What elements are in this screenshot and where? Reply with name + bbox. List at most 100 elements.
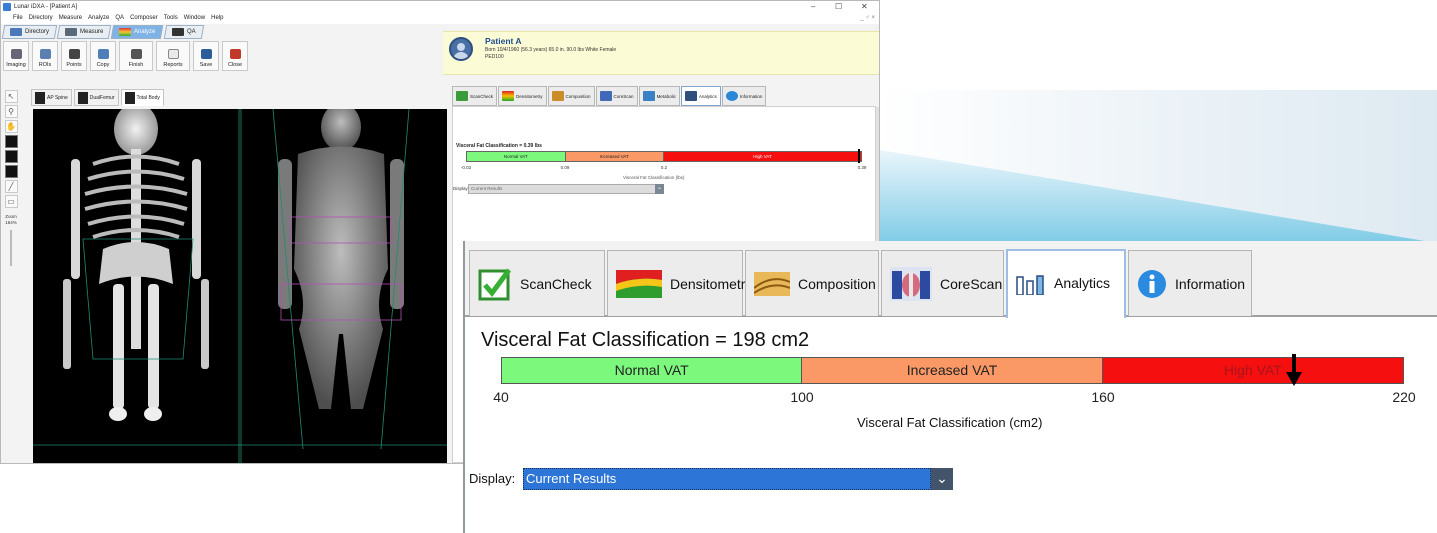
tab-qa[interactable]: QA bbox=[163, 25, 204, 39]
directory-icon bbox=[10, 28, 22, 36]
chevron-down-icon[interactable]: ⌄ bbox=[655, 184, 664, 194]
zoom-slider[interactable] bbox=[10, 230, 12, 266]
mdi-controls[interactable]: _ ♂ × bbox=[860, 13, 875, 24]
zoomed-analytics-view: ScanCheck Densitometry Composition CoreS… bbox=[463, 241, 1437, 533]
tick-label-100: 100 bbox=[790, 389, 814, 405]
menu-composer[interactable]: Composer bbox=[130, 13, 158, 24]
ap-spine-icon bbox=[35, 91, 45, 104]
menu-analyze[interactable]: Analyze bbox=[88, 13, 109, 24]
axis-label: Visceral Fat Classification (cm2) bbox=[857, 415, 1043, 430]
checkmark-icon bbox=[478, 268, 512, 300]
reports-button[interactable]: Reports bbox=[156, 41, 190, 71]
menu-qa[interactable]: QA bbox=[115, 13, 124, 24]
tab-analyze[interactable]: Analyze bbox=[111, 25, 164, 39]
points-icon bbox=[68, 49, 80, 59]
close-icon bbox=[229, 49, 241, 59]
scan-image-viewer[interactable] bbox=[33, 109, 447, 463]
patient-name: Patient A bbox=[485, 36, 522, 46]
imaging-icon bbox=[10, 49, 22, 59]
save-icon bbox=[200, 49, 212, 59]
vat-marker-arrow bbox=[1285, 354, 1302, 386]
tab-analytics[interactable]: Analytics bbox=[680, 86, 721, 106]
zoom-tab-scancheck[interactable]: ScanCheck bbox=[469, 250, 605, 316]
menu-window[interactable]: Window bbox=[184, 13, 205, 24]
menu-measure[interactable]: Measure bbox=[59, 13, 82, 24]
segment-high-small: High VAT bbox=[664, 152, 861, 161]
tab-dual-femur[interactable]: DualFemur bbox=[73, 89, 119, 106]
tab-composition[interactable]: Composition bbox=[547, 86, 595, 106]
tab-scancheck[interactable]: ScanCheck bbox=[452, 86, 498, 106]
result-tabs: ScanCheck Densitometry Composition CoreS… bbox=[452, 86, 767, 106]
total-body-icon bbox=[124, 91, 135, 104]
segment-high-vat: High VAT bbox=[1102, 358, 1403, 383]
menu-help[interactable]: Help bbox=[211, 13, 223, 24]
display-label: Display: bbox=[469, 471, 516, 486]
menu-directory[interactable]: Directory bbox=[29, 13, 53, 24]
vat-title-small: Visceral Fat Classification = 0.39 lbs bbox=[456, 143, 542, 149]
image-tabs: AP Spine DualFemur Total Body bbox=[31, 89, 164, 106]
rois-button[interactable]: ROIs bbox=[32, 41, 58, 71]
copy-button[interactable]: Copy bbox=[90, 41, 116, 71]
soft-tissue-image bbox=[278, 109, 404, 409]
composition-icon bbox=[551, 91, 564, 101]
close-window-icon[interactable]: ✕ bbox=[861, 1, 868, 13]
title-bar: Lunar iDXA - [Patient A] – ☐ ✕ bbox=[1, 1, 879, 13]
menu-tools[interactable]: Tools bbox=[164, 13, 178, 24]
screenshot-stage: Lunar iDXA - [Patient A] – ☐ ✕ File Dire… bbox=[0, 0, 1437, 533]
corescan-icon bbox=[890, 266, 932, 301]
line-tool-icon[interactable]: ╱ bbox=[4, 180, 18, 193]
femur-image-icon[interactable] bbox=[4, 150, 18, 163]
vat-bar-small: Normal VAT Increased VAT High VAT bbox=[466, 151, 862, 162]
corescan-icon bbox=[599, 91, 612, 101]
zoom-tab-information[interactable]: Information bbox=[1128, 250, 1252, 316]
zoom-tab-densitometry[interactable]: Densitometry bbox=[607, 250, 752, 316]
tick-label: -0.02 bbox=[460, 165, 472, 170]
tab-measure[interactable]: Measure bbox=[56, 25, 112, 39]
zoom-tab-analytics[interactable]: Analytics bbox=[1006, 249, 1126, 318]
menu-file[interactable]: File bbox=[13, 13, 23, 24]
dual-femur-icon bbox=[77, 91, 88, 104]
tab-directory[interactable]: Directory bbox=[1, 25, 58, 39]
copy-icon bbox=[97, 49, 109, 59]
tick-label-220: 220 bbox=[1392, 389, 1416, 405]
zoom-tab-composition[interactable]: Composition bbox=[745, 250, 879, 316]
minimize-icon[interactable]: – bbox=[811, 1, 815, 13]
dxa-scan-images bbox=[33, 109, 447, 463]
metabolic-icon bbox=[642, 91, 655, 101]
tab-ap-spine[interactable]: AP Spine bbox=[31, 89, 72, 106]
maximize-icon[interactable]: ☐ bbox=[835, 1, 842, 13]
patient-banner: Patient A Born 10/4/1960 (56.3 years) 65… bbox=[443, 31, 879, 75]
spine-image-icon[interactable] bbox=[4, 135, 18, 148]
finish-button[interactable]: Finish bbox=[119, 41, 153, 71]
patient-details: Born 10/4/1960 (56.3 years) 65.0 in. 90.… bbox=[485, 47, 617, 53]
bar-chart-icon bbox=[1016, 275, 1044, 295]
tab-densitometry[interactable]: Densitometry bbox=[498, 86, 547, 106]
chevron-down-icon[interactable]: ⌄ bbox=[931, 468, 953, 490]
tab-information[interactable]: Information bbox=[721, 86, 767, 106]
save-button[interactable]: Save bbox=[193, 41, 219, 71]
pointer-icon[interactable]: ↖ bbox=[4, 90, 18, 103]
scrollbar[interactable] bbox=[876, 107, 879, 247]
left-toolstrip: ↖ ⚲ ✋ ╱ ▭ Zoom 164% bbox=[3, 89, 19, 303]
points-button[interactable]: Points bbox=[61, 41, 87, 71]
rois-icon bbox=[39, 49, 51, 59]
tab-corescan[interactable]: CoreScan bbox=[595, 86, 638, 106]
segment-increased-vat: Increased VAT bbox=[802, 358, 1103, 383]
scancheck-icon bbox=[456, 91, 468, 101]
tab-total-body[interactable]: Total Body bbox=[120, 89, 164, 106]
magnify-icon[interactable]: ⚲ bbox=[4, 105, 18, 118]
body-image-icon[interactable] bbox=[4, 165, 18, 178]
finish-icon bbox=[130, 49, 142, 59]
display-select[interactable]: Current Results bbox=[523, 468, 931, 490]
information-icon bbox=[1138, 269, 1166, 298]
imaging-button[interactable]: Imaging bbox=[3, 41, 29, 71]
close-button[interactable]: Close bbox=[222, 41, 248, 71]
ruler-icon[interactable]: ▭ bbox=[4, 195, 18, 208]
display-select-small[interactable]: Current Results bbox=[468, 184, 663, 194]
patient-id: PED100 bbox=[485, 54, 504, 60]
reports-icon bbox=[167, 49, 179, 59]
app-icon bbox=[3, 3, 11, 11]
tab-metabolic[interactable]: Metabolic bbox=[638, 86, 680, 106]
zoom-tab-corescan[interactable]: CoreScan bbox=[881, 250, 1004, 316]
hand-icon[interactable]: ✋ bbox=[4, 120, 18, 133]
